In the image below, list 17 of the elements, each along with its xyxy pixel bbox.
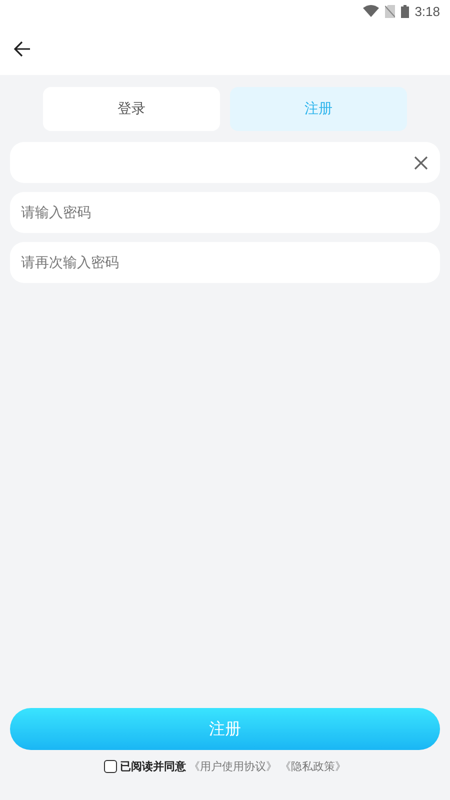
wifi-icon bbox=[362, 5, 379, 17]
back-arrow-icon bbox=[13, 40, 31, 58]
input-field[interactable]: 请输入密码 bbox=[10, 192, 440, 233]
agree-checkbox[interactable] bbox=[104, 760, 117, 773]
clear-button[interactable] bbox=[414, 156, 428, 170]
input-field[interactable] bbox=[10, 142, 440, 183]
back-button[interactable] bbox=[13, 40, 31, 58]
tab[interactable]: 登录 bbox=[43, 87, 220, 131]
status-time: 3:18 bbox=[414, 4, 440, 18]
policy-link[interactable]: 《用户使用协议》 bbox=[189, 759, 277, 774]
no-sim-icon bbox=[384, 4, 395, 18]
battery-icon bbox=[400, 4, 409, 18]
input-field[interactable]: 请再次输入密码 bbox=[10, 242, 440, 283]
close-icon bbox=[414, 156, 428, 170]
tab[interactable]: 注册 bbox=[230, 87, 407, 131]
agreement-text: 已阅读并同意 bbox=[120, 759, 186, 774]
policy-link[interactable]: 《隐私政策》 bbox=[280, 759, 346, 774]
